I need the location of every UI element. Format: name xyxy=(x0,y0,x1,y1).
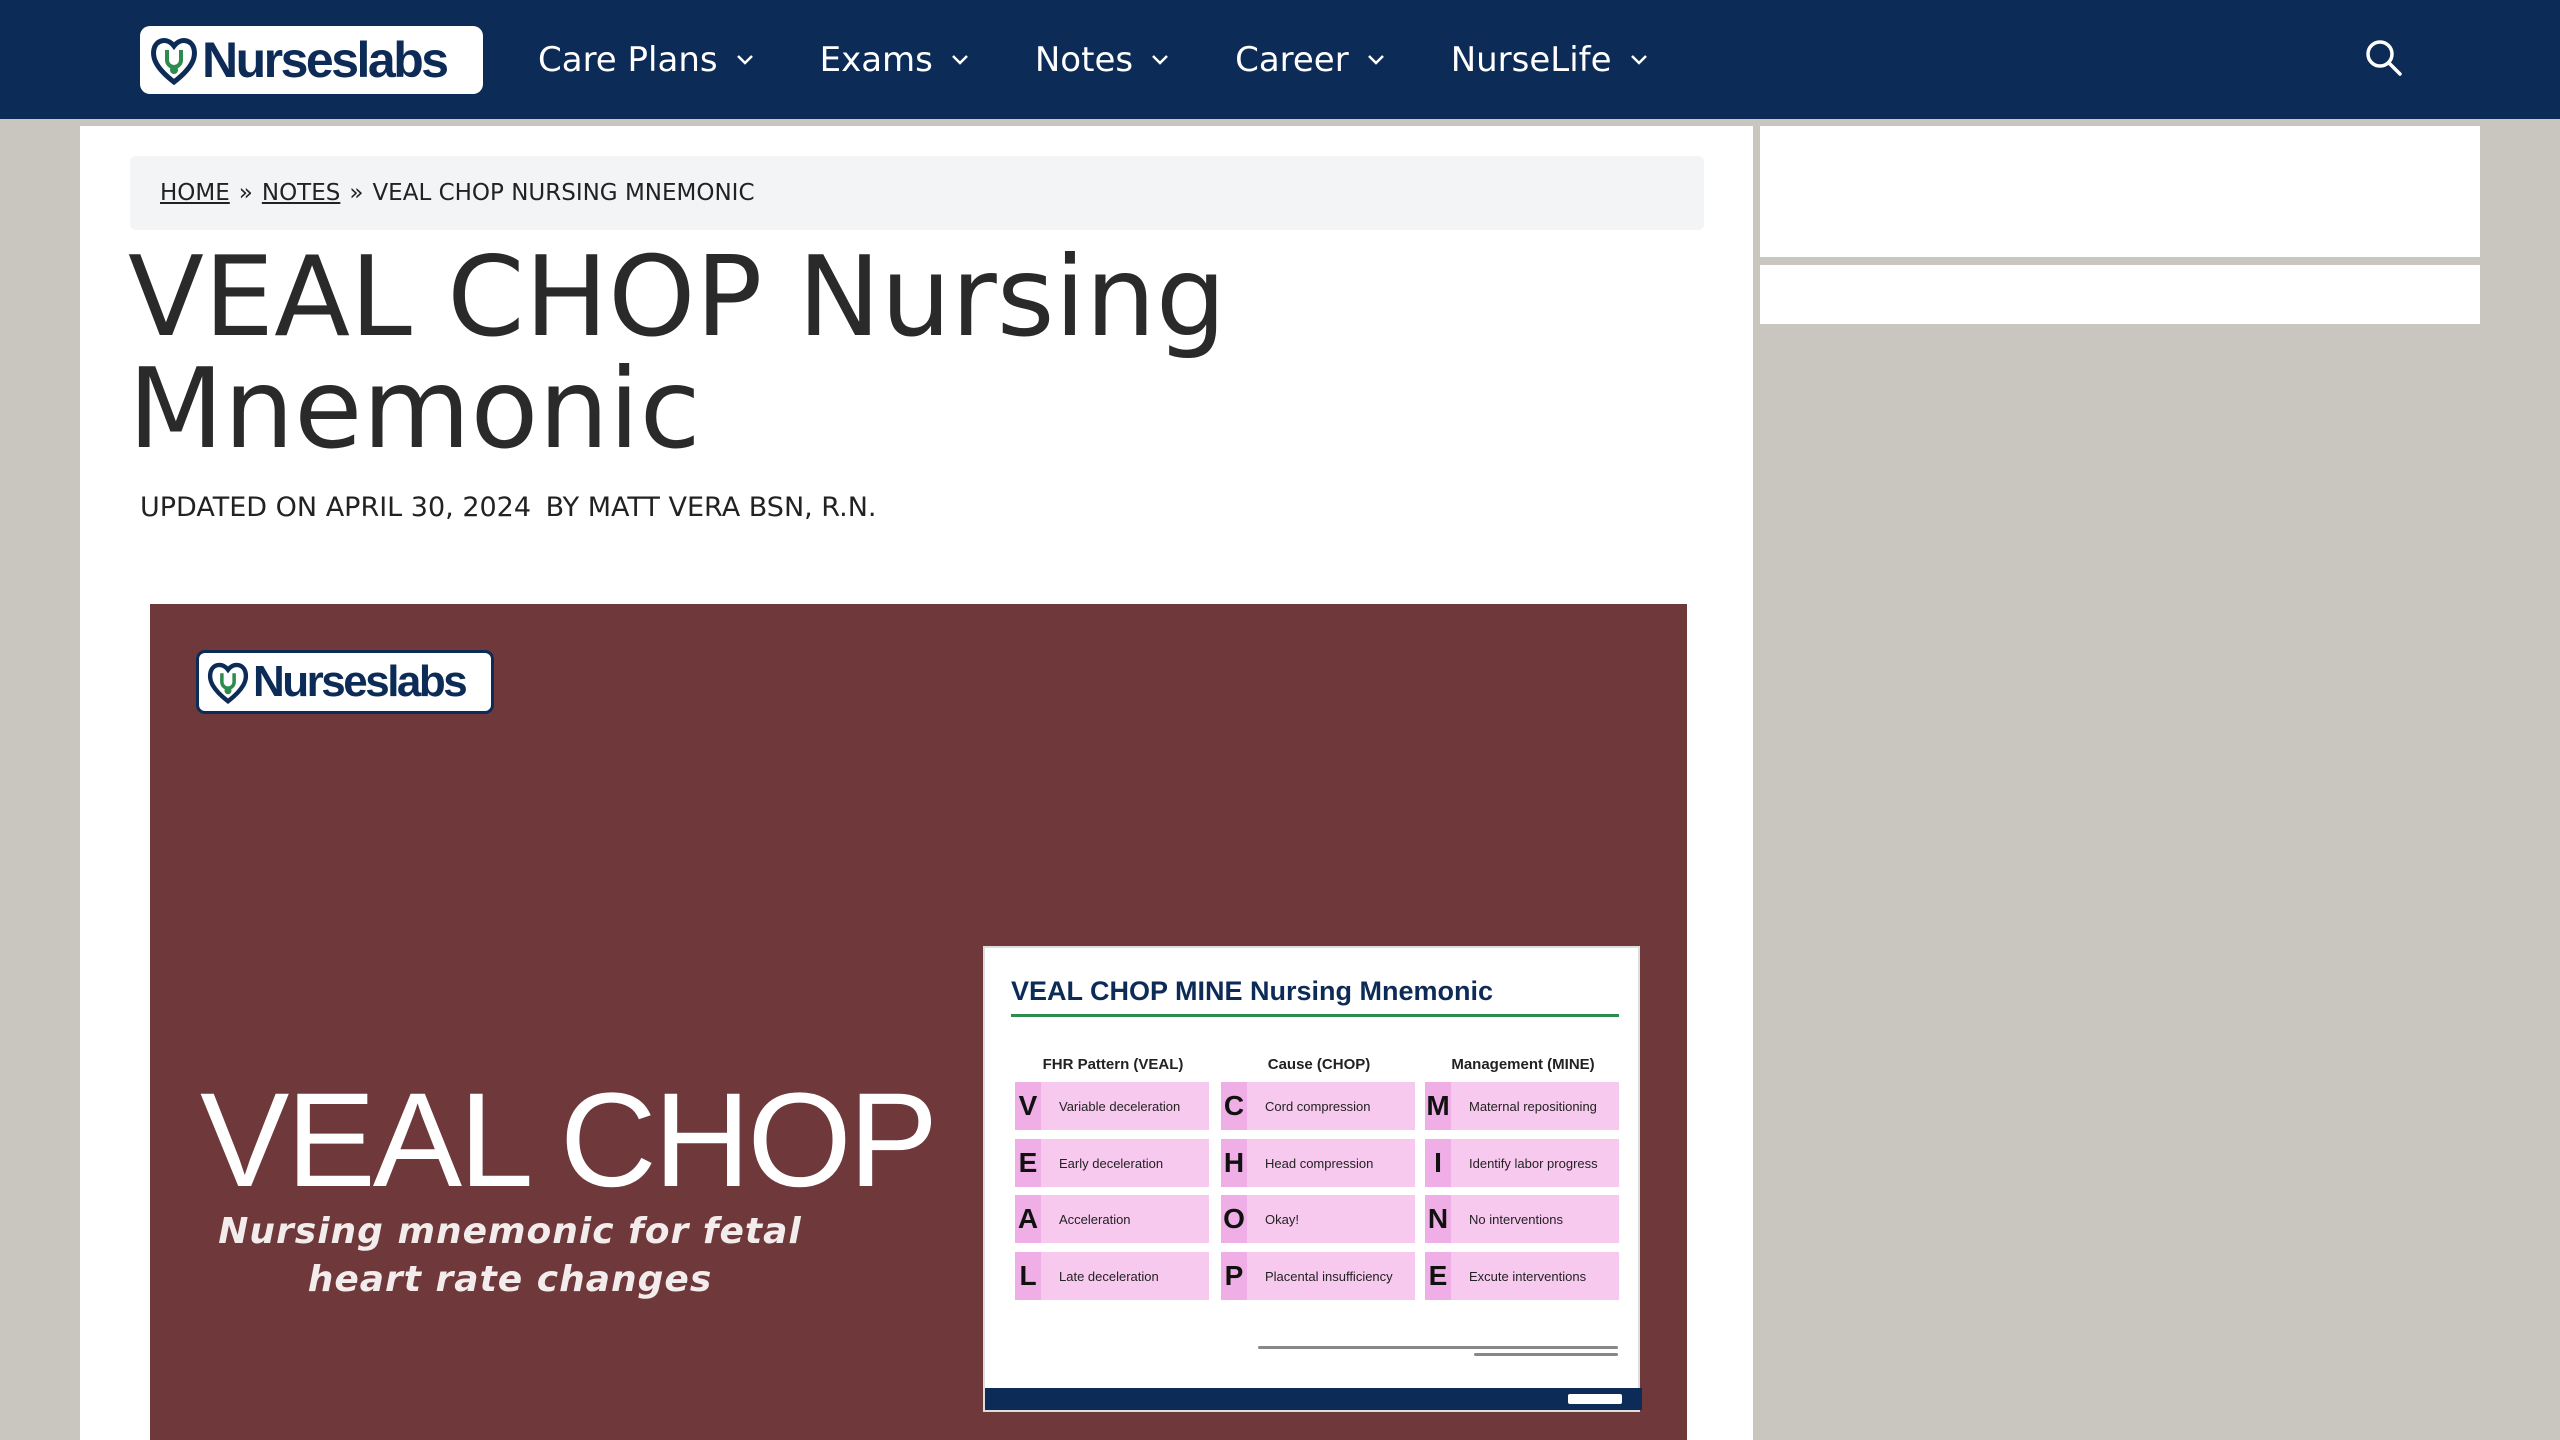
cell-letter: O xyxy=(1221,1195,1247,1243)
author-byline[interactable]: BY MATT VERA BSN, R.N. xyxy=(546,492,877,523)
cell-text: Identify labor progress xyxy=(1469,1155,1598,1171)
nav-label: Exams xyxy=(819,39,933,80)
cell-text: No interventions xyxy=(1469,1211,1563,1227)
chop-cell: C Cord compression xyxy=(1221,1082,1415,1130)
heart-stethoscope-icon xyxy=(207,662,249,705)
breadcrumb-notes-link[interactable]: NOTES xyxy=(262,180,341,206)
heart-stethoscope-icon xyxy=(151,38,197,86)
veal-cell: A Acceleration xyxy=(1015,1195,1209,1243)
veal-cell: L Late deceleration xyxy=(1015,1252,1209,1300)
search-button[interactable] xyxy=(2364,38,2404,78)
cell-letter: P xyxy=(1221,1252,1247,1300)
cell-text: Okay! xyxy=(1265,1211,1299,1227)
cell-letter: E xyxy=(1425,1252,1451,1300)
cell-text: Late deceleration xyxy=(1059,1268,1159,1284)
nav-item-nurselife[interactable]: NurseLife xyxy=(1451,40,1648,80)
card-divider xyxy=(1011,1014,1619,1017)
card-footer-bar xyxy=(985,1388,1642,1410)
cell-letter: A xyxy=(1015,1195,1041,1243)
cell-letter: C xyxy=(1221,1082,1247,1130)
nav-label: NurseLife xyxy=(1450,39,1612,80)
updated-date: UPDATED ON APRIL 30, 2024 xyxy=(140,492,532,523)
chevron-down-icon xyxy=(1151,54,1169,66)
breadcrumb: HOME » NOTES » VEAL CHOP NURSING MNEMONI… xyxy=(130,156,1704,230)
cell-text: Placental insufficiency xyxy=(1265,1268,1393,1284)
cell-letter: N xyxy=(1425,1195,1451,1243)
article-main: HOME » NOTES » VEAL CHOP NURSING MNEMONI… xyxy=(80,126,1753,1440)
mine-cell: M Maternal repositioning xyxy=(1425,1082,1619,1130)
nav-item-notes[interactable]: Notes xyxy=(1035,40,1169,80)
cell-text: Early deceleration xyxy=(1059,1155,1164,1171)
chevron-down-icon xyxy=(1630,54,1648,66)
hero-logo-text: Nurseslabs xyxy=(253,657,468,706)
sidebar-widget xyxy=(1760,265,2480,324)
mine-cell: I Identify labor progress xyxy=(1425,1139,1619,1187)
card-footnote xyxy=(1258,1346,1618,1360)
chevron-down-icon xyxy=(736,54,754,66)
site-header: Nurseslabs Care Plans Exams Notes Career… xyxy=(0,0,2560,119)
page-title: VEAL CHOP Nursing Mnemonic xyxy=(128,233,1227,474)
column-header-chop: Cause (CHOP) xyxy=(1267,1056,1371,1073)
chevron-down-icon xyxy=(1367,54,1385,66)
nav-item-career[interactable]: Career xyxy=(1235,40,1385,80)
main-nav: Care Plans Exams Notes Career NurseLife xyxy=(538,0,1714,119)
logo-text: Nurseslabs xyxy=(202,32,449,88)
cell-text: Excute interventions xyxy=(1469,1268,1587,1284)
veal-cell: V Variable deceleration xyxy=(1015,1082,1209,1130)
chop-cell: H Head compression xyxy=(1221,1139,1415,1187)
nav-label: Notes xyxy=(1034,39,1134,80)
hero-subtitle: Nursing mnemonic for fetal heart rate ch… xyxy=(218,1211,802,1300)
cell-letter: H xyxy=(1221,1139,1247,1187)
cell-letter: V xyxy=(1015,1082,1041,1130)
card-title: VEAL CHOP MINE Nursing Mnemonic xyxy=(1011,976,1494,1006)
hero-title: VEAL CHOP xyxy=(200,1066,938,1215)
search-icon xyxy=(2366,40,2402,76)
cell-text: Cord compression xyxy=(1265,1098,1371,1114)
column-header-veal: FHR Pattern (VEAL) xyxy=(1042,1056,1184,1073)
cell-text: Head compression xyxy=(1265,1155,1374,1171)
veal-cell: E Early deceleration xyxy=(1015,1139,1209,1187)
featured-image: Nurseslabs VEAL CHOP Nursing mnemonic fo… xyxy=(150,604,1687,1440)
breadcrumb-current: VEAL CHOP NURSING MNEMONIC xyxy=(372,180,755,206)
card-footer-logo xyxy=(1568,1394,1622,1404)
site-logo[interactable]: Nurseslabs xyxy=(140,26,483,94)
cell-text: Maternal repositioning xyxy=(1469,1098,1597,1114)
hero-logo: Nurseslabs xyxy=(196,650,494,714)
sidebar-widget xyxy=(1760,126,2480,257)
mine-cell: E Excute interventions xyxy=(1425,1252,1619,1300)
chop-cell: P Placental insufficiency xyxy=(1221,1252,1415,1300)
breadcrumb-separator: » xyxy=(349,180,364,206)
nav-label: Care Plans xyxy=(538,39,718,80)
cell-letter: L xyxy=(1015,1252,1041,1300)
nav-item-care-plans[interactable]: Care Plans xyxy=(538,40,754,80)
article-meta: UPDATED ON APRIL 30, 2024 BY MATT VERA B… xyxy=(140,492,882,523)
cell-letter: M xyxy=(1425,1082,1451,1130)
mnemonic-card: VEAL CHOP MINE Nursing Mnemonic FHR Patt… xyxy=(983,946,1642,1412)
nav-item-exams[interactable]: Exams xyxy=(820,40,969,80)
cell-text: Acceleration xyxy=(1059,1211,1131,1227)
cell-letter: I xyxy=(1425,1139,1451,1187)
breadcrumb-separator: » xyxy=(238,180,253,206)
chop-cell: O Okay! xyxy=(1221,1195,1415,1243)
mine-cell: N No interventions xyxy=(1425,1195,1619,1243)
breadcrumb-home-link[interactable]: HOME xyxy=(160,180,230,206)
column-header-mine: Management (MINE) xyxy=(1451,1056,1595,1073)
cell-letter: E xyxy=(1015,1139,1041,1187)
nav-label: Career xyxy=(1235,39,1349,80)
chevron-down-icon xyxy=(951,54,969,66)
cell-text: Variable deceleration xyxy=(1059,1098,1181,1114)
